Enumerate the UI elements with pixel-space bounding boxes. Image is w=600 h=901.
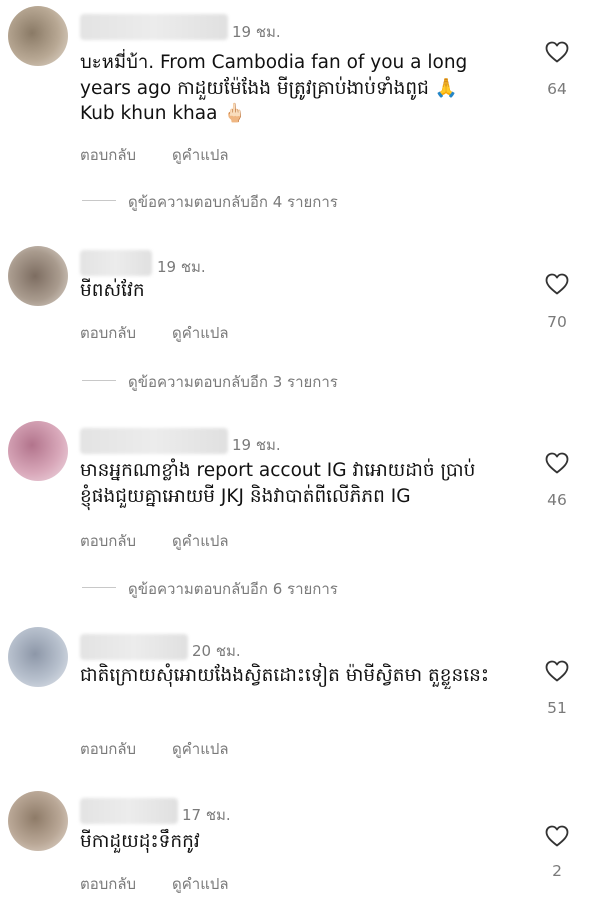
avatar[interactable] bbox=[8, 6, 68, 66]
avatar[interactable] bbox=[8, 421, 68, 481]
reply-button[interactable]: ตอบกลับ bbox=[80, 143, 136, 167]
view-more-replies[interactable]: ดูข้อความตอบกลับอีก 6 รายการ bbox=[82, 577, 402, 598]
heart-outline-icon[interactable] bbox=[545, 273, 569, 295]
comment-timestamp: 19 ชม. bbox=[232, 23, 281, 41]
comment-text: មានអ្នកណាខ្លាំង report accout IG វាអោយដា… bbox=[80, 460, 476, 507]
translate-button[interactable]: ดูคำแปล bbox=[172, 737, 229, 761]
heart-outline-icon[interactable] bbox=[545, 41, 569, 63]
like-count: 70 bbox=[547, 313, 567, 331]
reply-button[interactable]: ตอบกลับ bbox=[80, 529, 136, 553]
reply-button[interactable]: ตอบกลับ bbox=[80, 872, 136, 896]
like-count: 2 bbox=[552, 862, 562, 880]
comment-text: ជាតិក្រោយសុំអោយងែងស្វិតដោះទៀត ម៉ាមីស្វិត… bbox=[80, 665, 489, 686]
username-blurred[interactable] bbox=[80, 14, 228, 40]
translate-button[interactable]: ดูคำแปล bbox=[172, 143, 229, 167]
view-more-replies-label: ดูข้อความตอบกลับอีก 3 รายการ bbox=[128, 373, 338, 391]
view-more-replies[interactable]: ดูข้อความตอบกลับอีก 4 รายการ bbox=[82, 190, 402, 211]
reply-button[interactable]: ตอบกลับ bbox=[80, 737, 136, 761]
translate-button[interactable]: ดูคำแปล bbox=[172, 872, 229, 896]
reply-button[interactable]: ตอบกลับ bbox=[80, 321, 136, 345]
like-count: 46 bbox=[547, 491, 567, 509]
username-blurred[interactable] bbox=[80, 428, 228, 454]
avatar[interactable] bbox=[8, 246, 68, 306]
like-count: 51 bbox=[547, 699, 567, 717]
comment-text: មីកាដួយដុះទឹកកូវ bbox=[80, 831, 200, 852]
heart-outline-icon[interactable] bbox=[545, 452, 569, 474]
comment-timestamp: 20 ชม. bbox=[192, 642, 241, 660]
username-blurred[interactable] bbox=[80, 798, 178, 824]
avatar[interactable] bbox=[8, 627, 68, 687]
comment-timestamp: 17 ชม. bbox=[182, 806, 231, 824]
divider bbox=[82, 200, 116, 201]
comment-text: บะหมี่บ้า. From Cambodia fan of you a lo… bbox=[80, 52, 468, 124]
username-blurred[interactable] bbox=[80, 634, 188, 660]
avatar[interactable] bbox=[8, 791, 68, 851]
translate-button[interactable]: ดูคำแปล bbox=[172, 321, 229, 345]
username-blurred[interactable] bbox=[80, 250, 152, 276]
divider bbox=[82, 380, 116, 381]
heart-outline-icon[interactable] bbox=[545, 660, 569, 682]
comment-text: មីពស់វែក bbox=[80, 280, 145, 301]
view-more-replies-label: ดูข้อความตอบกลับอีก 4 รายการ bbox=[128, 193, 338, 211]
like-count: 64 bbox=[547, 80, 567, 98]
comment-timestamp: 19 ชม. bbox=[157, 258, 206, 276]
heart-outline-icon[interactable] bbox=[545, 825, 569, 847]
comment-timestamp: 19 ชม. bbox=[232, 436, 281, 454]
divider bbox=[82, 587, 116, 588]
view-more-replies-label: ดูข้อความตอบกลับอีก 6 รายการ bbox=[128, 580, 338, 598]
translate-button[interactable]: ดูคำแปล bbox=[172, 529, 229, 553]
view-more-replies[interactable]: ดูข้อความตอบกลับอีก 3 รายการ bbox=[82, 370, 402, 391]
